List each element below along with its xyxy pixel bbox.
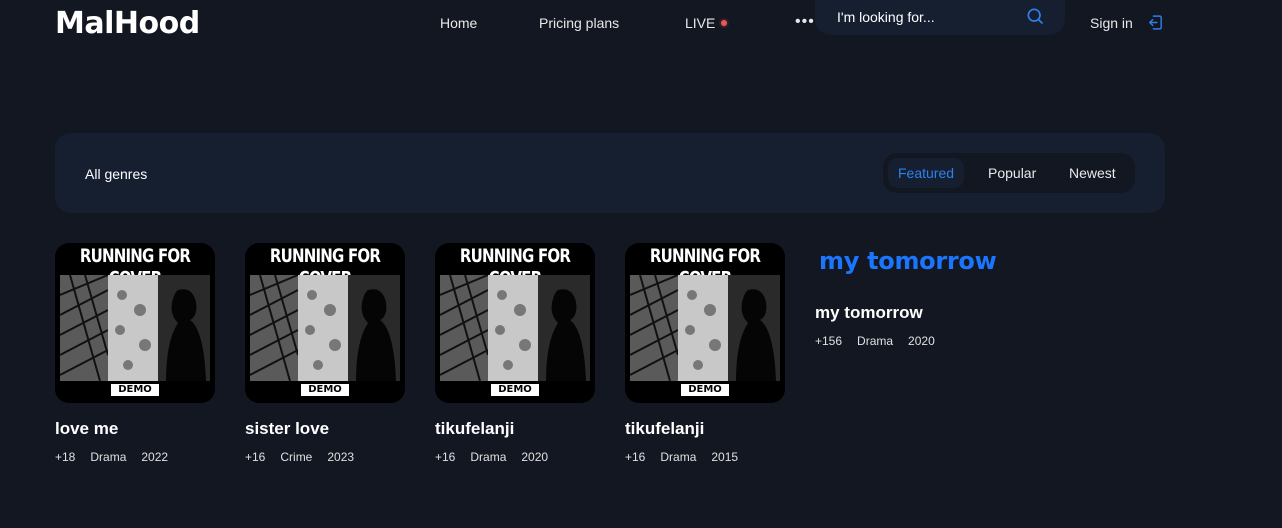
movie-title[interactable]: tikufelanji [435,419,595,439]
sign-in-link[interactable]: Sign in [1090,15,1133,31]
age-rating: +18 [55,450,76,464]
age-rating: +16 [245,450,266,464]
genre-label: Drama [470,450,507,464]
movie-meta: +16 Drama 2020 [435,450,595,464]
demo-badge: DEMO [491,384,539,396]
movie-meta: +16 Drama 2015 [625,450,785,464]
movie-card[interactable]: my tomorrow my tomorrow +156 Drama 2020 [815,243,1015,348]
movie-title[interactable]: my tomorrow [815,303,1015,323]
cover-artwork [630,275,780,381]
age-rating: +156 [815,334,843,348]
movie-cover[interactable]: RUNNING FOR COVER DEMO [55,243,215,403]
movie-meta: +156 Drama 2020 [815,334,1015,348]
movie-title[interactable]: tikufelanji [625,419,785,439]
genre-label: Drama [660,450,697,464]
tab-popular[interactable]: Popular [978,158,1046,188]
filter-bar: All genres Featured Popular Newest [55,133,1165,213]
movie-cover[interactable]: RUNNING FOR COVER DEMO [245,243,405,403]
tab-newest[interactable]: Newest [1059,158,1126,188]
demo-badge: DEMO [301,384,349,396]
genre-label: Crime [280,450,313,464]
search-box [815,0,1065,35]
search-icon[interactable] [1025,6,1045,26]
cover-artwork [250,275,400,381]
sign-in-icon[interactable] [1147,14,1164,31]
movie-card[interactable]: RUNNING FOR COVER DEMO sister love +16 Cr… [245,243,405,464]
tab-featured[interactable]: Featured [888,158,965,188]
year-label: 2023 [327,450,355,464]
demo-badge: DEMO [681,384,729,396]
sort-tabs: Featured Popular Newest [883,153,1135,193]
genre-label: Drama [857,334,894,348]
cover-artwork [440,275,590,381]
genres-dropdown[interactable]: All genres [85,166,147,182]
movie-meta: +18 Drama 2022 [55,450,215,464]
nav-pricing-plans[interactable]: Pricing plans [539,15,619,31]
nav-live-label: LIVE [685,15,716,31]
movie-meta: +16 Crime 2023 [245,450,405,464]
year-label: 2022 [141,450,169,464]
movie-cover[interactable]: RUNNING FOR COVER DEMO [625,243,785,403]
movie-title[interactable]: sister love [245,419,405,439]
movie-card[interactable]: RUNNING FOR COVER DEMO love me +18 Drama 2… [55,243,215,464]
nav-live[interactable]: LIVE [685,15,728,31]
movie-cover-alt-text[interactable]: my tomorrow [815,243,1015,277]
site-logo[interactable]: MalHood [55,6,200,41]
search-input[interactable] [835,6,1029,28]
cover-artwork [60,275,210,381]
genre-label: Drama [90,450,127,464]
year-label: 2015 [711,450,739,464]
age-rating: +16 [625,450,646,464]
more-menu-icon[interactable]: ••• [795,13,815,31]
nav-home[interactable]: Home [440,15,477,31]
movie-card[interactable]: RUNNING FOR COVER DEMO tikufelanji +16 Dr… [435,243,595,464]
age-rating: +16 [435,450,456,464]
movie-card[interactable]: RUNNING FOR COVER DEMO tikufelanji +16 Dr… [625,243,785,464]
movie-title[interactable]: love me [55,419,215,439]
movie-cover[interactable]: RUNNING FOR COVER DEMO [435,243,595,403]
live-indicator-icon [721,20,728,27]
year-label: 2020 [521,450,549,464]
year-label: 2020 [908,334,935,348]
demo-badge: DEMO [111,384,159,396]
